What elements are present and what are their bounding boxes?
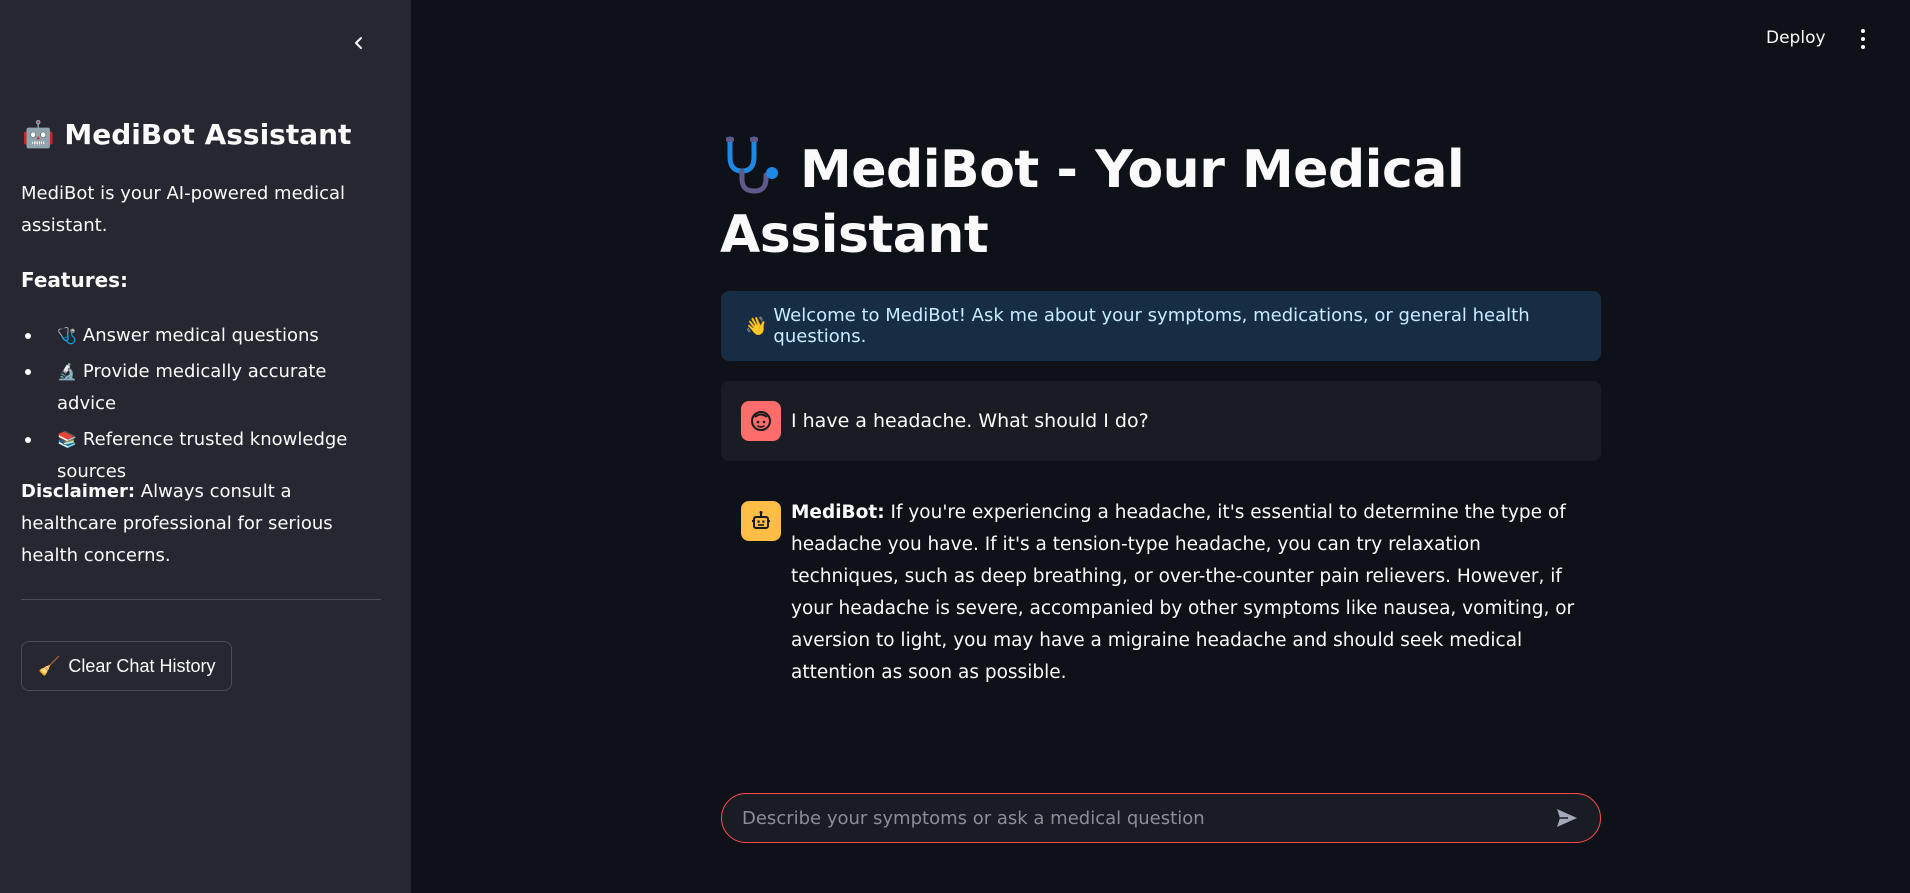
feature-label: Answer medical questions: [82, 325, 319, 346]
collapse-sidebar-button[interactable]: [346, 30, 372, 56]
user-message-text: I have a headache. What should I do?: [791, 410, 1149, 432]
page-title: MediBot - Your Medical Assistant: [720, 135, 1620, 268]
feature-label: Reference trusted knowledge sources: [57, 429, 348, 482]
send-button[interactable]: [1554, 805, 1580, 831]
broom-icon: 🧹: [38, 655, 61, 676]
sidebar-divider: [21, 599, 381, 600]
feature-item: 🩺 Answer medical questions: [21, 320, 381, 352]
assistant-speaker-label: MediBot:: [791, 502, 885, 523]
stethoscope-icon: [726, 136, 778, 194]
feature-label: Provide medically accurate advice: [57, 361, 327, 414]
assistant-message-text: MediBot: If you're experiencing a headac…: [791, 497, 1591, 689]
stethoscope-icon: 🩺: [57, 326, 77, 345]
assistant-message: MediBot: If you're experiencing a headac…: [741, 501, 1601, 689]
clear-chat-history-label: Clear Chat History: [68, 655, 216, 676]
deploy-button[interactable]: Deploy: [1766, 28, 1826, 48]
user-message: I have a headache. What should I do?: [721, 381, 1601, 461]
books-icon: 📚: [57, 430, 77, 449]
sidebar: 🤖 MediBot Assistant MediBot is your AI-p…: [0, 0, 411, 893]
sidebar-title: 🤖 MediBot Assistant: [22, 118, 351, 151]
disclaimer: Disclaimer: Always consult a healthcare …: [21, 476, 381, 572]
clear-chat-history-button[interactable]: 🧹 Clear Chat History: [21, 641, 233, 691]
sidebar-title-text: MediBot Assistant: [64, 118, 352, 151]
welcome-text: Welcome to MediBot! Ask me about your sy…: [773, 305, 1530, 347]
page-title-text: MediBot - Your Medical Assistant: [720, 140, 1465, 265]
disclaimer-label: Disclaimer:: [21, 481, 136, 502]
user-face-icon: [751, 411, 771, 431]
chat-input[interactable]: [742, 807, 1554, 829]
features-list: 🩺 Answer medical questions 🔬 Provide medic…: [21, 320, 381, 492]
bot-avatar: [741, 501, 781, 541]
features-heading: Features:: [21, 268, 129, 292]
robot-icon: [752, 511, 770, 529]
waving-hand-icon: 👋: [745, 315, 768, 337]
sidebar-description: MediBot is your AI-powered medical assis…: [21, 183, 346, 236]
chevron-left-icon: [355, 37, 362, 49]
robot-icon: 🤖: [22, 119, 55, 150]
microscope-icon: 🔬: [57, 362, 77, 381]
chat-input-container: [721, 793, 1601, 843]
feature-item: 🔬 Provide medically accurate advice: [21, 356, 381, 420]
welcome-info-box: 👋 Welcome to MediBot! Ask me about your …: [721, 291, 1601, 361]
send-icon: [1557, 809, 1577, 827]
user-avatar: [741, 401, 781, 441]
main-menu-icon[interactable]: [1855, 26, 1871, 52]
assistant-message-body: If you're experiencing a headache, it's …: [791, 502, 1575, 683]
